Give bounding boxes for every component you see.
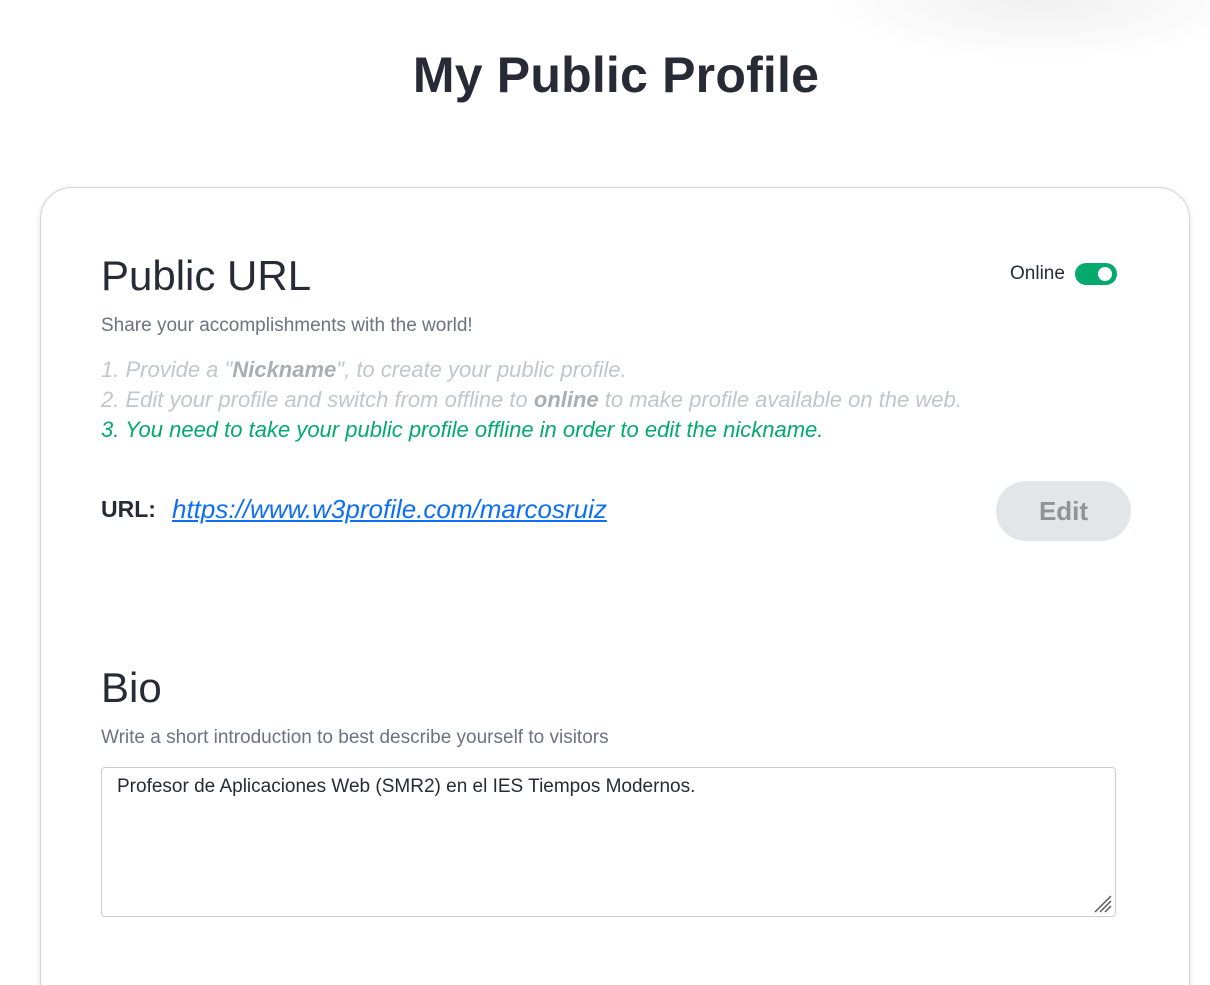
public-url-title: Public URL bbox=[101, 252, 312, 299]
instruction-step-2: 2. Edit your profile and switch from off… bbox=[101, 387, 962, 412]
public-url-link[interactable]: https://www.w3profile.com/marcosruiz bbox=[172, 494, 607, 525]
online-toggle[interactable] bbox=[1074, 263, 1117, 285]
bio-subtitle: Write a short introduction to best descr… bbox=[101, 727, 609, 748]
online-toggle-label: Online bbox=[1010, 263, 1065, 284]
instruction-step-3: 3. You need to take your public profile … bbox=[101, 417, 824, 442]
instructions-list: 1. Provide a "Nickname", to create your … bbox=[101, 355, 962, 445]
public-url-subtitle: Share your accomplishments with the worl… bbox=[101, 315, 473, 336]
bio-title: Bio bbox=[101, 664, 162, 711]
bio-text: Profesor de Aplicaciones Web (SMR2) en e… bbox=[117, 776, 696, 797]
edit-url-button[interactable]: Edit bbox=[996, 481, 1131, 541]
page-title: My Public Profile bbox=[412, 47, 820, 103]
bio-textarea[interactable]: Profesor de Aplicaciones Web (SMR2) en e… bbox=[101, 767, 1116, 917]
instruction-step-1: 1. Provide a "Nickname", to create your … bbox=[101, 357, 627, 382]
online-toggle-group: Online bbox=[1010, 263, 1117, 285]
url-label: URL: bbox=[101, 496, 156, 522]
toggle-knob bbox=[1097, 267, 1112, 281]
resize-grip-icon[interactable] bbox=[1091, 892, 1113, 914]
profile-page: My Public Profile Public URL Share your … bbox=[0, 0, 1210, 985]
